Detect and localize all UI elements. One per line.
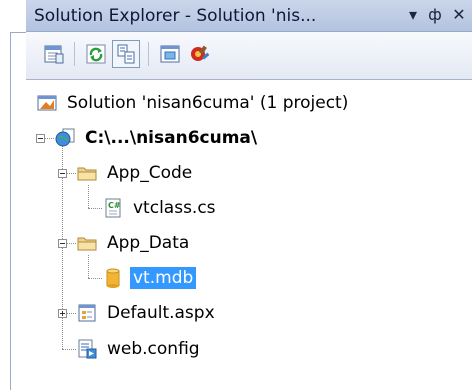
folder-icon (76, 232, 98, 254)
app-data-collapse-toggle[interactable] (58, 239, 67, 248)
tree-line (44, 138, 54, 140)
refresh-icon (86, 44, 106, 64)
tree-node-label: Solution 'nisan6cuma' (1 project) (67, 93, 349, 113)
solution-explorer-toolbar (26, 32, 472, 80)
dock-frame-edge (0, 0, 26, 390)
solution-icon (36, 92, 58, 114)
config-file-icon (76, 338, 98, 360)
tree-node-label: vt.mdb (130, 267, 197, 289)
tree-node-label: App_Code (107, 163, 193, 183)
toolbar-separator (148, 42, 149, 66)
tree-line (66, 313, 76, 315)
tree-node-label: Default.aspx (107, 303, 215, 323)
toolbar-separator (74, 42, 75, 66)
tree-node-app-data[interactable]: App_Data (76, 228, 192, 258)
refresh-button[interactable] (82, 40, 110, 68)
nest-related-files-button[interactable] (112, 40, 140, 68)
database-icon (102, 267, 124, 289)
tree-node-project[interactable]: C:\...\nisan6cuma\ (54, 123, 260, 153)
view-designer-icon (160, 45, 180, 63)
tree-line (88, 185, 90, 208)
tree-line (88, 208, 102, 210)
svg-text:C#: C# (108, 201, 121, 210)
window-position-dropdown-icon[interactable]: ▾ (402, 3, 424, 27)
folder-icon (76, 162, 98, 184)
tree-node-solution[interactable]: Solution 'nisan6cuma' (1 project) (36, 88, 351, 118)
tree-line (62, 349, 76, 351)
csharp-file-icon: C# (102, 197, 124, 219)
close-icon[interactable]: ✕ (448, 3, 470, 27)
auto-hide-pin-icon[interactable]: ф (424, 3, 446, 27)
nest-files-icon (117, 44, 135, 64)
app-code-collapse-toggle[interactable] (58, 169, 67, 178)
panel-titlebar[interactable]: Solution Explorer - Solution 'nis... ▾ ф… (26, 0, 472, 32)
web-project-icon (54, 127, 76, 149)
tree-node-vt-mdb[interactable]: vt.mdb (102, 263, 197, 293)
tree-node-vtclass-cs[interactable]: C# vtclass.cs (102, 193, 219, 223)
tree-node-label: web.config (107, 339, 200, 359)
solution-tree: Solution 'nisan6cuma' (1 project) C:\...… (26, 80, 472, 390)
tree-node-label: vtclass.cs (133, 198, 216, 218)
tree-node-default-aspx[interactable]: Default.aspx (76, 298, 218, 328)
frame-corner (10, 32, 26, 33)
panel-title: Solution Explorer - Solution 'nis... (34, 6, 317, 26)
tree-node-label: C:\...\nisan6cuma\ (85, 128, 258, 148)
web-form-icon (76, 302, 98, 324)
default-aspx-expand-toggle[interactable] (58, 309, 67, 318)
frame-rule (10, 32, 11, 390)
tree-line (88, 255, 90, 278)
asp-net-config-icon (191, 45, 210, 61)
view-designer-button[interactable] (156, 40, 184, 68)
properties-icon (44, 45, 64, 64)
tree-line (66, 243, 76, 245)
tree-line (66, 173, 76, 175)
tree-node-app-code[interactable]: App_Code (76, 158, 195, 188)
asp-net-configuration-button[interactable] (186, 40, 214, 68)
project-collapse-toggle[interactable] (36, 134, 45, 143)
tree-line (88, 278, 102, 280)
tree-node-web-config[interactable]: web.config (76, 334, 203, 364)
tree-node-label: App_Data (107, 233, 190, 253)
properties-button[interactable] (40, 40, 68, 68)
